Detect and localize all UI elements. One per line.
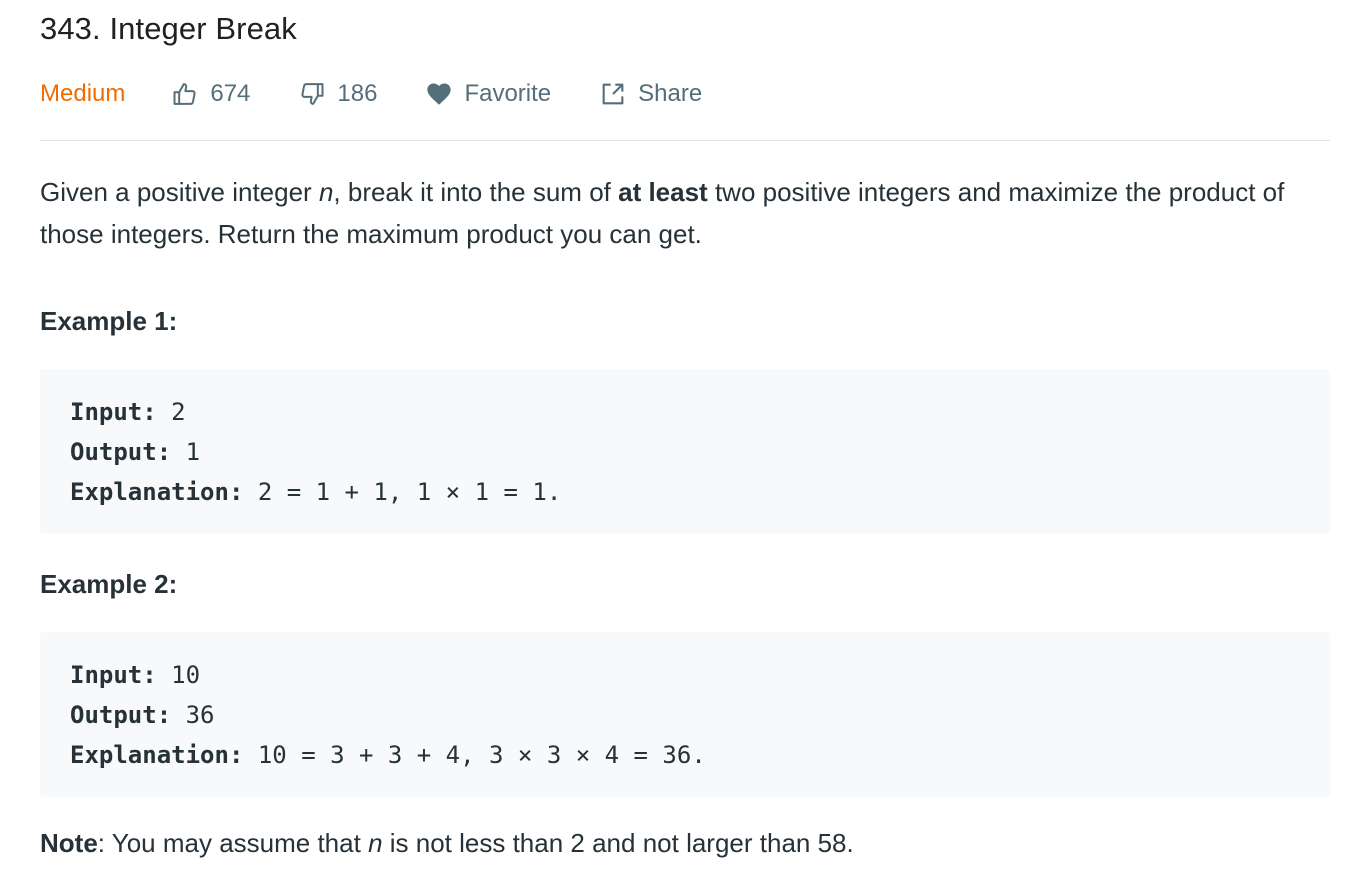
explanation-label: Explanation: — [70, 741, 244, 769]
statement-text: , break it into the sum of — [333, 177, 619, 207]
output-label: Output: — [70, 438, 172, 466]
problem-note: Note: You may assume that n is not less … — [40, 822, 1330, 864]
favorite-button[interactable]: Favorite — [425, 80, 551, 108]
statement-text: Given a positive integer — [40, 177, 319, 207]
thumbs-up-icon — [173, 83, 196, 105]
note-label: Note — [40, 828, 98, 858]
example-1-explanation-line: Explanation: 2 = 1 + 1, 1 × 1 = 1. — [70, 472, 1300, 512]
heart-icon — [427, 83, 452, 105]
share-icon — [602, 83, 624, 105]
difficulty-label: Medium — [40, 80, 126, 107]
output-label: Output: — [70, 701, 172, 729]
example-1-input-line: Input: 2 — [70, 392, 1300, 432]
like-button[interactable]: 674 — [171, 80, 250, 108]
like-count: 674 — [210, 80, 251, 107]
problem-statement: Given a positive integer n, break it int… — [40, 171, 1330, 255]
thumbs-down-icon — [301, 83, 324, 105]
output-value: 1 — [171, 438, 201, 466]
problem-page: 343. Integer Break Medium 674 186 Favori… — [0, 0, 1352, 864]
example-1-title: Example 1: — [40, 306, 178, 336]
output-value: 36 — [171, 701, 215, 729]
variable-n: n — [318, 177, 334, 207]
example-1-output-line: Output: 1 — [70, 432, 1300, 472]
problem-description: Given a positive integer n, break it int… — [40, 171, 1330, 864]
dislike-count: 186 — [337, 80, 378, 107]
note-text: : You may assume that — [97, 828, 369, 858]
share-button[interactable]: Share — [599, 80, 702, 108]
input-label: Input: — [70, 661, 157, 689]
example-2-output-line: Output: 36 — [70, 695, 1300, 735]
explanation-value: 2 = 1 + 1, 1 × 1 = 1. — [243, 478, 562, 506]
input-value: 2 — [156, 398, 186, 426]
explanation-label: Explanation: — [70, 478, 244, 506]
share-label: Share — [638, 80, 703, 107]
input-label: Input: — [70, 398, 157, 426]
example-2-input-line: Input: 10 — [70, 655, 1300, 695]
example-1-codeblock: Input: 2 Output: 1 Explanation: 2 = 1 + 1,… — [40, 369, 1330, 534]
example-2-explanation-line: Explanation: 10 = 3 + 3 + 4, 3 × 3 × 4 =… — [70, 735, 1300, 775]
favorite-label: Favorite — [464, 80, 552, 107]
emphasis-text: at least — [618, 177, 708, 207]
example-2-codeblock: Input: 10 Output: 36 Explanation: 10 = 3 +… — [40, 632, 1330, 797]
note-text: is not less than 2 and not larger than 5… — [382, 828, 854, 858]
input-value: 10 — [156, 661, 201, 689]
problem-meta-bar: Medium 674 186 Favorite Share — [40, 74, 1330, 141]
variable-n: n — [368, 828, 383, 858]
problem-title: 343. Integer Break — [40, 11, 297, 46]
example-2-title: Example 2: — [40, 569, 178, 599]
dislike-button[interactable]: 186 — [298, 80, 377, 108]
explanation-value: 10 = 3 + 3 + 4, 3 × 3 × 4 = 36. — [243, 741, 706, 769]
